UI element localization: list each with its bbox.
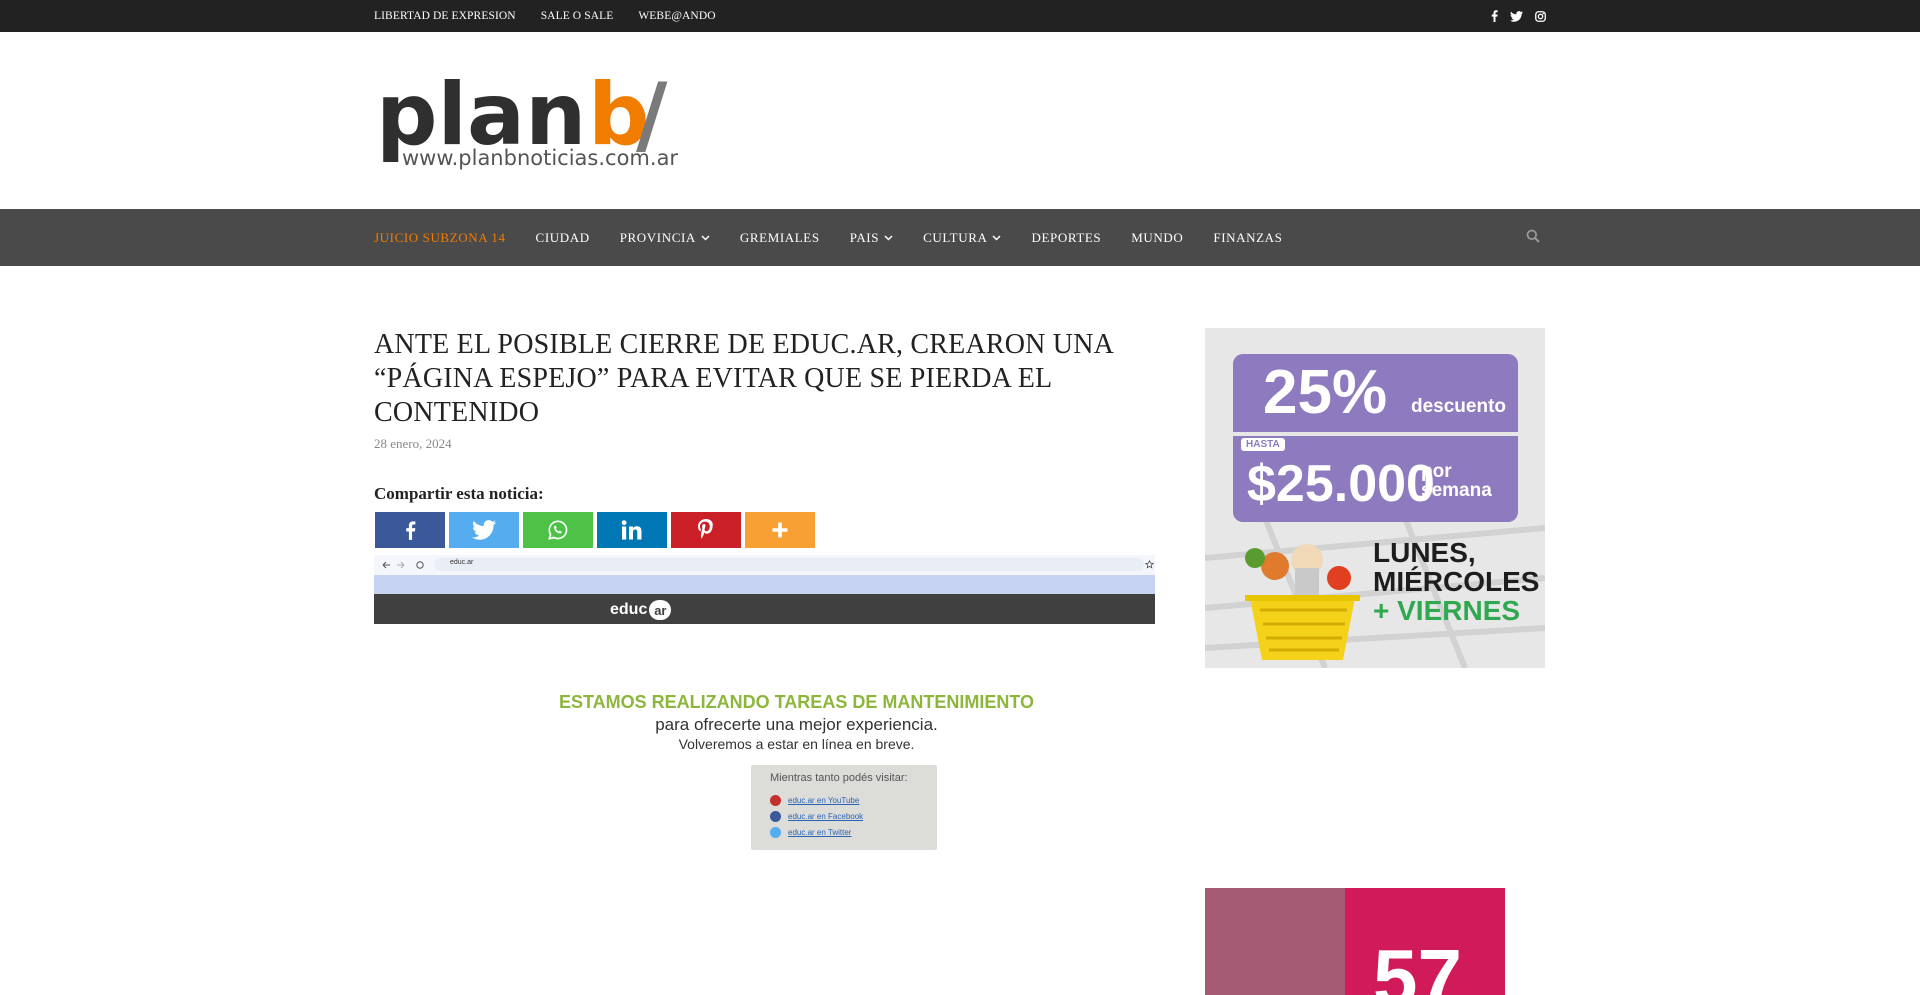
twitter-icon[interactable] <box>1510 10 1523 22</box>
nav-items: JUICIO SUBZONA 14 CIUDAD PROVINCIA GREMI… <box>374 209 1282 266</box>
maintenance-message: ESTAMOS REALIZANDO TAREAS DE MANTENIMIEN… <box>374 692 1155 752</box>
share-label: Compartir esta noticia: <box>374 484 544 503</box>
pinterest-icon <box>698 519 713 539</box>
share-linkedin-button[interactable] <box>597 512 667 548</box>
linkedin-icon <box>621 520 642 540</box>
ad-amount-panel: HASTA $25.000 por semana <box>1233 436 1518 522</box>
share-facebook-button[interactable] <box>375 512 445 548</box>
star-icon <box>1145 560 1154 569</box>
top-link-webeando[interactable]: WEBE@ANDO <box>638 10 715 22</box>
twitter-icon <box>770 827 781 838</box>
top-link-sale-o-sale[interactable]: SALE O SALE <box>541 10 614 22</box>
share-buttons <box>375 512 815 548</box>
share-whatsapp-button[interactable] <box>523 512 593 548</box>
share-more-button[interactable] <box>745 512 815 548</box>
facebook-icon <box>770 811 781 822</box>
whatsapp-icon <box>548 520 568 540</box>
youtube-icon <box>770 795 781 806</box>
top-link-libertad[interactable]: LIBERTAD DE EXPRESION <box>374 10 516 22</box>
nav-item-finanzas[interactable]: FINANZAS <box>1213 230 1282 246</box>
logo-url: www.planbnoticias.com.ar <box>402 146 678 170</box>
ad-percent-panel: 25% descuento <box>1233 354 1518 432</box>
maintenance-line1: para ofrecerte una mejor experiencia. <box>655 715 938 734</box>
sidebar-ad-discount[interactable]: 25% descuento HASTA $25.000 por semana LU… <box>1205 328 1545 668</box>
chevron-down-icon <box>884 234 893 241</box>
basket-icon <box>1245 544 1360 660</box>
educar-header: educ ar <box>374 594 1155 624</box>
address-bar <box>434 558 1144 571</box>
top-bar: LIBERTAD DE EXPRESION SALE O SALE WEBE@A… <box>0 0 1920 32</box>
maintenance-heading: ESTAMOS REALIZANDO TAREAS DE MANTENIMIEN… <box>558 692 1034 712</box>
twitter-link-row: educ.ar en Twitter <box>770 827 851 838</box>
twitter-icon <box>472 520 496 540</box>
ad-number: 57 <box>1373 933 1462 995</box>
nav-item-deportes[interactable]: DEPORTES <box>1031 230 1101 246</box>
chevron-down-icon <box>701 234 710 241</box>
plus-icon <box>772 522 788 538</box>
sidebar-ad-secondary[interactable]: 57 <box>1205 888 1505 995</box>
browser-nav-icons <box>382 561 424 569</box>
search-icon[interactable] <box>1526 229 1542 245</box>
educar-logo: educ ar <box>610 600 672 620</box>
facebook-icon[interactable] <box>1491 10 1498 22</box>
site-logo[interactable]: plan b / www.planbnoticias.com.ar <box>374 64 684 174</box>
social-links <box>1491 0 1546 32</box>
maintenance-line2: Volveremos a estar en línea en breve. <box>678 736 915 752</box>
youtube-link-row: educ.ar en YouTube <box>770 795 859 806</box>
featured-image: educ.ar educ ar ESTAMOS REALIZANDO TAREAS… <box>374 555 1155 861</box>
maintenance-links-box: Mientras tanto podés visitar: educ.ar en… <box>751 765 937 850</box>
article-title: ANTE EL POSIBLE CIERRE DE EDUC.AR, CREAR… <box>374 329 1113 428</box>
top-links: LIBERTAD DE EXPRESION SALE O SALE WEBE@A… <box>374 0 716 32</box>
instagram-icon[interactable] <box>1535 10 1546 22</box>
article-date: 28 enero, 2024 <box>374 436 452 451</box>
address-bar-url: educ.ar <box>450 559 474 566</box>
links-box-title: Mientras tanto podés visitar: <box>770 772 908 784</box>
ad-days: LUNES, MIÉRCOLES + VIERNES <box>1373 537 1540 626</box>
facebook-link-row: educ.ar en Facebook <box>770 811 863 822</box>
nav-item-mundo[interactable]: MUNDO <box>1131 230 1183 246</box>
nav-item-cultura[interactable]: CULTURA <box>923 230 1002 246</box>
nav-item-provincia[interactable]: PROVINCIA <box>620 230 710 246</box>
nav-item-ciudad[interactable]: CIUDAD <box>536 230 590 246</box>
chevron-down-icon <box>992 234 1002 241</box>
ad-photo <box>1205 888 1345 995</box>
browser-chrome: educ.ar <box>374 555 1155 594</box>
share-pinterest-button[interactable] <box>671 512 741 548</box>
nav-item-juicio[interactable]: JUICIO SUBZONA 14 <box>374 230 506 246</box>
facebook-icon <box>405 520 415 540</box>
share-twitter-button[interactable] <box>449 512 519 548</box>
nav-item-gremiales[interactable]: GREMIALES <box>740 230 820 246</box>
main-nav: JUICIO SUBZONA 14 CIUDAD PROVINCIA GREMI… <box>0 209 1920 266</box>
nav-item-pais[interactable]: PAIS <box>850 230 893 246</box>
